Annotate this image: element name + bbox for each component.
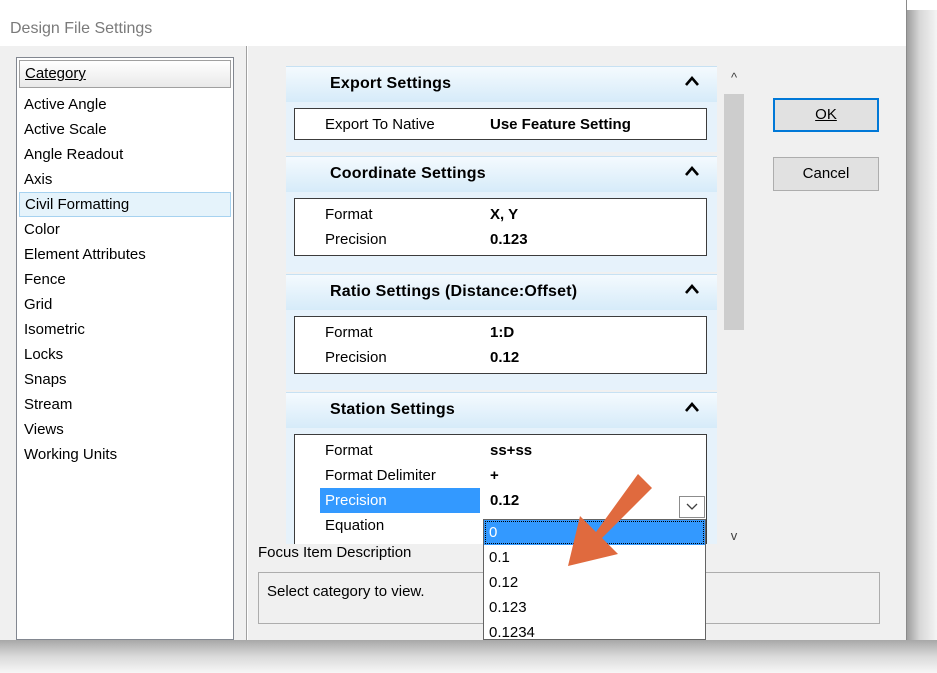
dropdown-option[interactable]: 0.1234	[484, 620, 705, 639]
property-row[interactable]: Format ss+ss	[295, 438, 706, 463]
property-name: Format	[325, 206, 373, 223]
export-settings-title: Export Settings	[330, 75, 452, 92]
property-value[interactable]: +	[490, 463, 499, 488]
category-item-active-angle[interactable]: Active Angle	[19, 92, 231, 117]
window-title: Design File Settings	[10, 20, 153, 37]
property-value[interactable]: 0.12	[490, 345, 519, 370]
ok-button[interactable]: OK	[773, 98, 879, 132]
property-value[interactable]: Use Feature Setting	[490, 112, 631, 137]
design-file-settings-dialog: Design File Settings Category Active Ang…	[0, 0, 907, 640]
focus-item-description-label: Focus Item Description	[258, 544, 412, 561]
category-item-isometric[interactable]: Isometric	[19, 317, 231, 342]
station-settings-header[interactable]: Station Settings	[286, 392, 717, 428]
property-name: Export To Native	[325, 116, 435, 133]
cancel-button[interactable]: Cancel	[773, 157, 879, 191]
property-value[interactable]: 0.123	[490, 227, 528, 252]
coordinate-settings-header[interactable]: Coordinate Settings	[286, 156, 717, 192]
scroll-up-icon[interactable]: ^	[722, 70, 746, 85]
property-row[interactable]: Precision 0.12	[295, 345, 706, 370]
category-item-snaps[interactable]: Snaps	[19, 367, 231, 392]
property-row[interactable]: Export To Native Use Feature Setting	[295, 112, 706, 137]
collapse-chevron-icon[interactable]	[685, 73, 699, 89]
window-shadow-bottom	[0, 640, 937, 673]
precision-combo-value[interactable]: 0.12	[490, 488, 519, 513]
category-item-working-units[interactable]: Working Units	[19, 442, 231, 467]
category-item-angle-readout[interactable]: Angle Readout	[19, 142, 231, 167]
property-value[interactable]: 1:D	[490, 320, 514, 345]
collapse-chevron-icon[interactable]	[685, 399, 699, 415]
property-name: Precision	[325, 492, 387, 509]
collapse-chevron-icon[interactable]	[685, 281, 699, 297]
dropdown-arrow-button[interactable]	[679, 496, 705, 518]
category-column-header[interactable]: Category	[19, 60, 231, 88]
scroll-down-icon[interactable]: v	[722, 528, 746, 543]
property-name: Format	[325, 442, 373, 459]
coordinate-settings-title: Coordinate Settings	[330, 165, 486, 182]
category-item-views[interactable]: Views	[19, 417, 231, 442]
export-settings-grid: Export To Native Use Feature Setting	[294, 108, 707, 140]
category-item-grid[interactable]: Grid	[19, 292, 231, 317]
export-settings-header[interactable]: Export Settings	[286, 66, 717, 102]
property-value[interactable]: ss+ss	[490, 438, 532, 463]
property-name: Equation	[325, 517, 385, 534]
property-name: Format	[325, 324, 373, 341]
ratio-settings-grid: Format 1:D Precision 0.12	[294, 316, 707, 374]
property-name: Precision	[325, 231, 387, 248]
category-item-active-scale[interactable]: Active Scale	[19, 117, 231, 142]
category-item-locks[interactable]: Locks	[19, 342, 231, 367]
category-item-civil-formatting[interactable]: Civil Formatting	[19, 192, 231, 217]
station-settings-title: Station Settings	[330, 401, 455, 418]
window-shadow-right	[906, 10, 937, 650]
property-name: Format Delimiter	[325, 467, 436, 484]
category-item-color[interactable]: Color	[19, 217, 231, 242]
dropdown-option[interactable]: 0.123	[484, 595, 705, 620]
category-item-element-attributes[interactable]: Element Attributes	[19, 242, 231, 267]
ratio-settings-title: Ratio Settings (Distance:Offset)	[330, 283, 578, 300]
property-value[interactable]: X, Y	[490, 202, 518, 227]
ratio-settings-header[interactable]: Ratio Settings (Distance:Offset)	[286, 274, 717, 310]
title-bar: Design File Settings	[0, 0, 906, 46]
property-row[interactable]: Precision 0.123	[295, 227, 706, 252]
ok-button-label: OK	[815, 106, 837, 123]
property-row[interactable]: Format X, Y	[295, 202, 706, 227]
property-row[interactable]: Format 1:D	[295, 320, 706, 345]
category-list[interactable]: Category Active Angle Active Scale Angle…	[16, 57, 234, 640]
category-item-stream[interactable]: Stream	[19, 392, 231, 417]
scrollbar-thumb[interactable]	[724, 94, 744, 330]
coordinate-settings-grid: Format X, Y Precision 0.123	[294, 198, 707, 256]
category-item-axis[interactable]: Axis	[19, 167, 231, 192]
collapse-chevron-icon[interactable]	[685, 163, 699, 179]
annotation-arrow-icon	[568, 474, 652, 566]
focus-item-description-text: Select category to view.	[267, 583, 425, 600]
category-item-fence[interactable]: Fence	[19, 267, 231, 292]
property-name: Precision	[325, 349, 387, 366]
